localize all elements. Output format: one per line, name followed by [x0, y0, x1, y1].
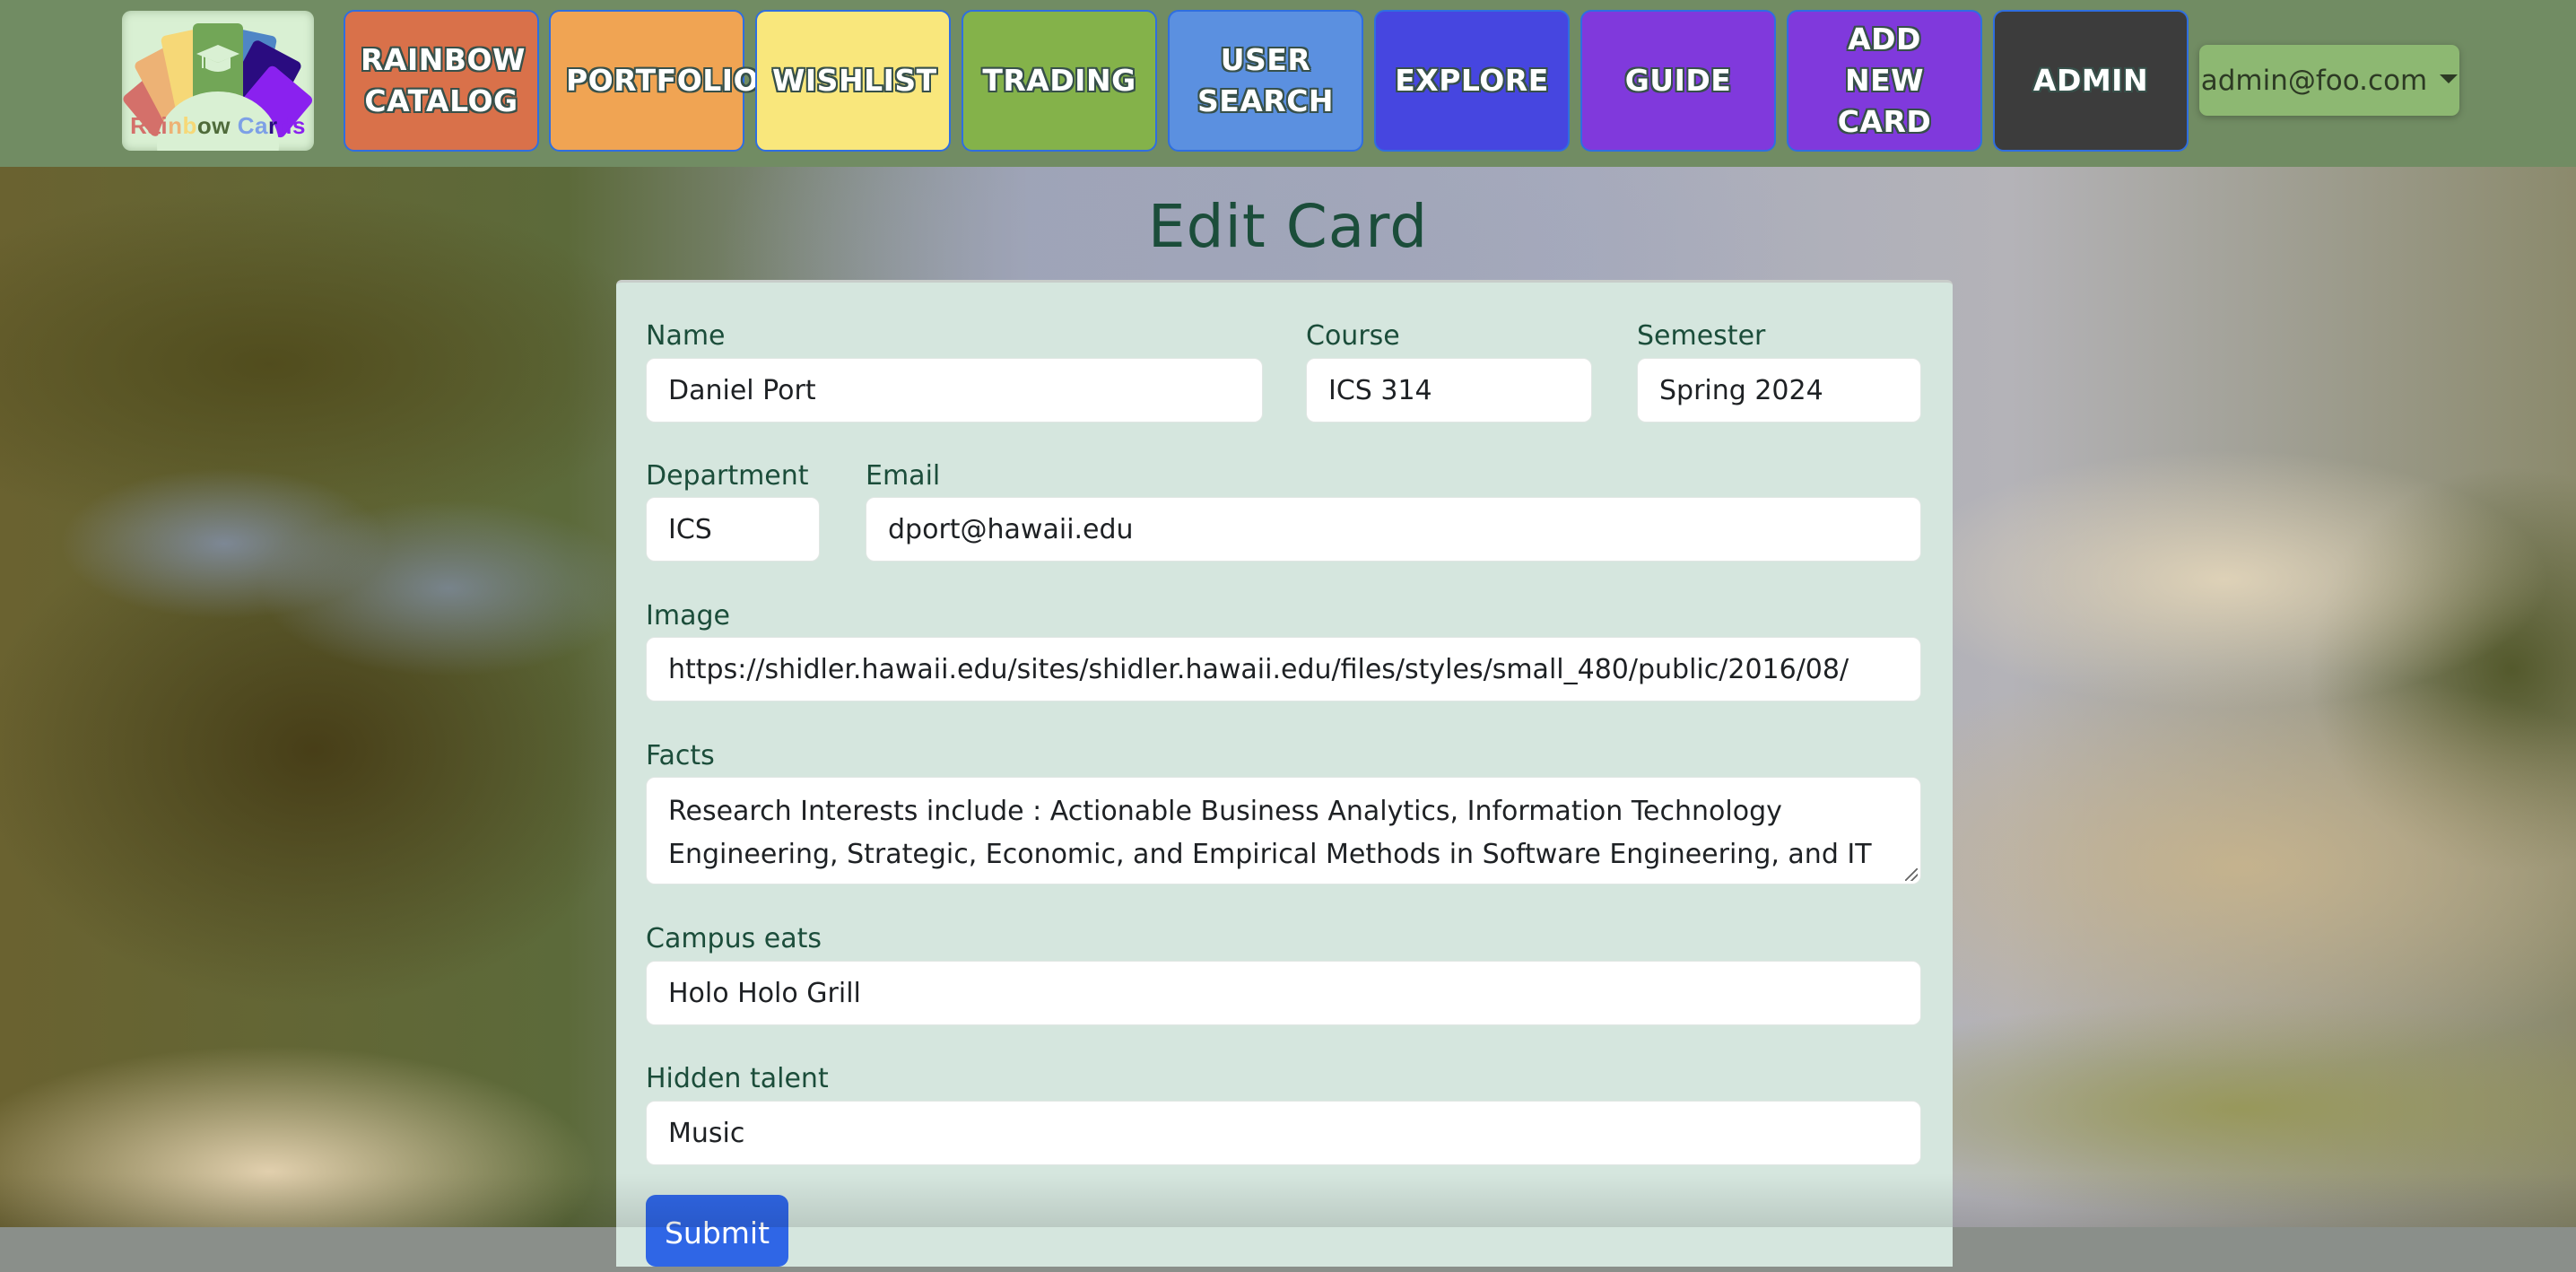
- nav-portfolio[interactable]: PORTFOLIO: [549, 10, 760, 152]
- name-label: Name: [646, 320, 726, 352]
- edit-card-form: Name Daniel Port Course ICS 314 Semester…: [616, 280, 1953, 1267]
- logo-text-part: Ca: [237, 112, 268, 139]
- nav-label: PORTFOLIO: [566, 63, 760, 98]
- logo-text-part: [231, 112, 238, 139]
- user-menu-dropdown[interactable]: admin@foo.com: [2199, 45, 2459, 116]
- nav-label: WISHLIST: [772, 63, 937, 98]
- course-input[interactable]: ICS 314: [1306, 358, 1592, 423]
- nav-trading[interactable]: TRADING: [962, 10, 1157, 152]
- image-label: Image: [646, 600, 730, 632]
- campus-eats-input[interactable]: Holo Holo Grill: [646, 961, 1921, 1025]
- name-input[interactable]: Daniel Port: [646, 358, 1263, 423]
- image-url-input[interactable]: https://shidler.hawaii.edu/sites/shidler…: [646, 637, 1921, 701]
- logo-text-part: ds: [277, 112, 306, 139]
- nav-admin[interactable]: ADMIN: [1993, 10, 2189, 152]
- logo-text-part: n: [168, 112, 183, 139]
- logo[interactable]: Rainbow Cards: [122, 11, 314, 151]
- user-menu-label: admin@foo.com: [2200, 64, 2428, 97]
- nav-guide[interactable]: GUIDE: [1580, 10, 1776, 152]
- submit-button[interactable]: Submit: [646, 1195, 788, 1267]
- semester-label: Semester: [1637, 320, 1766, 352]
- facts-text: Research Interests include : Actionable …: [668, 796, 1872, 870]
- campus-eats-label: Campus eats: [646, 923, 822, 954]
- email-input[interactable]: dport@hawaii.edu: [866, 497, 1921, 562]
- nav-label: ADMIN: [2032, 63, 2149, 98]
- logo-text: Rainbow Cards: [122, 112, 314, 140]
- resize-handle-icon[interactable]: [1905, 868, 1918, 881]
- nav-label: TRADING: [982, 63, 1136, 98]
- nav-wishlist[interactable]: WISHLIST: [755, 10, 951, 152]
- nav-label: EXPLORE: [1395, 63, 1549, 98]
- nav-explore[interactable]: EXPLORE: [1374, 10, 1570, 152]
- nav-label: USER SEARCH: [1197, 42, 1335, 118]
- nav-add-new-card[interactable]: ADD NEW CARD: [1787, 10, 1982, 152]
- navbar: Rainbow Cards RAINBOW CATALOG PORTFOLIO …: [0, 0, 2576, 167]
- department-label: Department: [646, 460, 809, 492]
- hidden-talent-label: Hidden talent: [646, 1063, 829, 1094]
- nav-label: ADD NEW CARD: [1837, 22, 1932, 139]
- semester-input[interactable]: Spring 2024: [1637, 358, 1921, 423]
- nav-rainbow-catalog[interactable]: RAINBOW CATALOG: [344, 10, 539, 152]
- logo-text-part: ow: [196, 112, 231, 139]
- hidden-talent-input[interactable]: Music: [646, 1101, 1921, 1165]
- nav-label: GUIDE: [1624, 63, 1732, 98]
- logo-text-part: r: [267, 112, 278, 139]
- caret-down-icon: [2440, 74, 2459, 83]
- department-input[interactable]: ICS: [646, 497, 820, 562]
- facts-textarea[interactable]: Research Interests include : Actionable …: [646, 777, 1921, 884]
- email-label: Email: [866, 460, 941, 492]
- logo-text-part: b: [182, 112, 197, 139]
- page-title: Edit Card: [1147, 192, 1429, 261]
- facts-label: Facts: [646, 740, 715, 771]
- nav-label: RAINBOW CATALOG: [361, 42, 526, 118]
- logo-text-part: Rai: [130, 112, 169, 139]
- course-label: Course: [1306, 320, 1400, 352]
- nav-user-search[interactable]: USER SEARCH: [1168, 10, 1363, 152]
